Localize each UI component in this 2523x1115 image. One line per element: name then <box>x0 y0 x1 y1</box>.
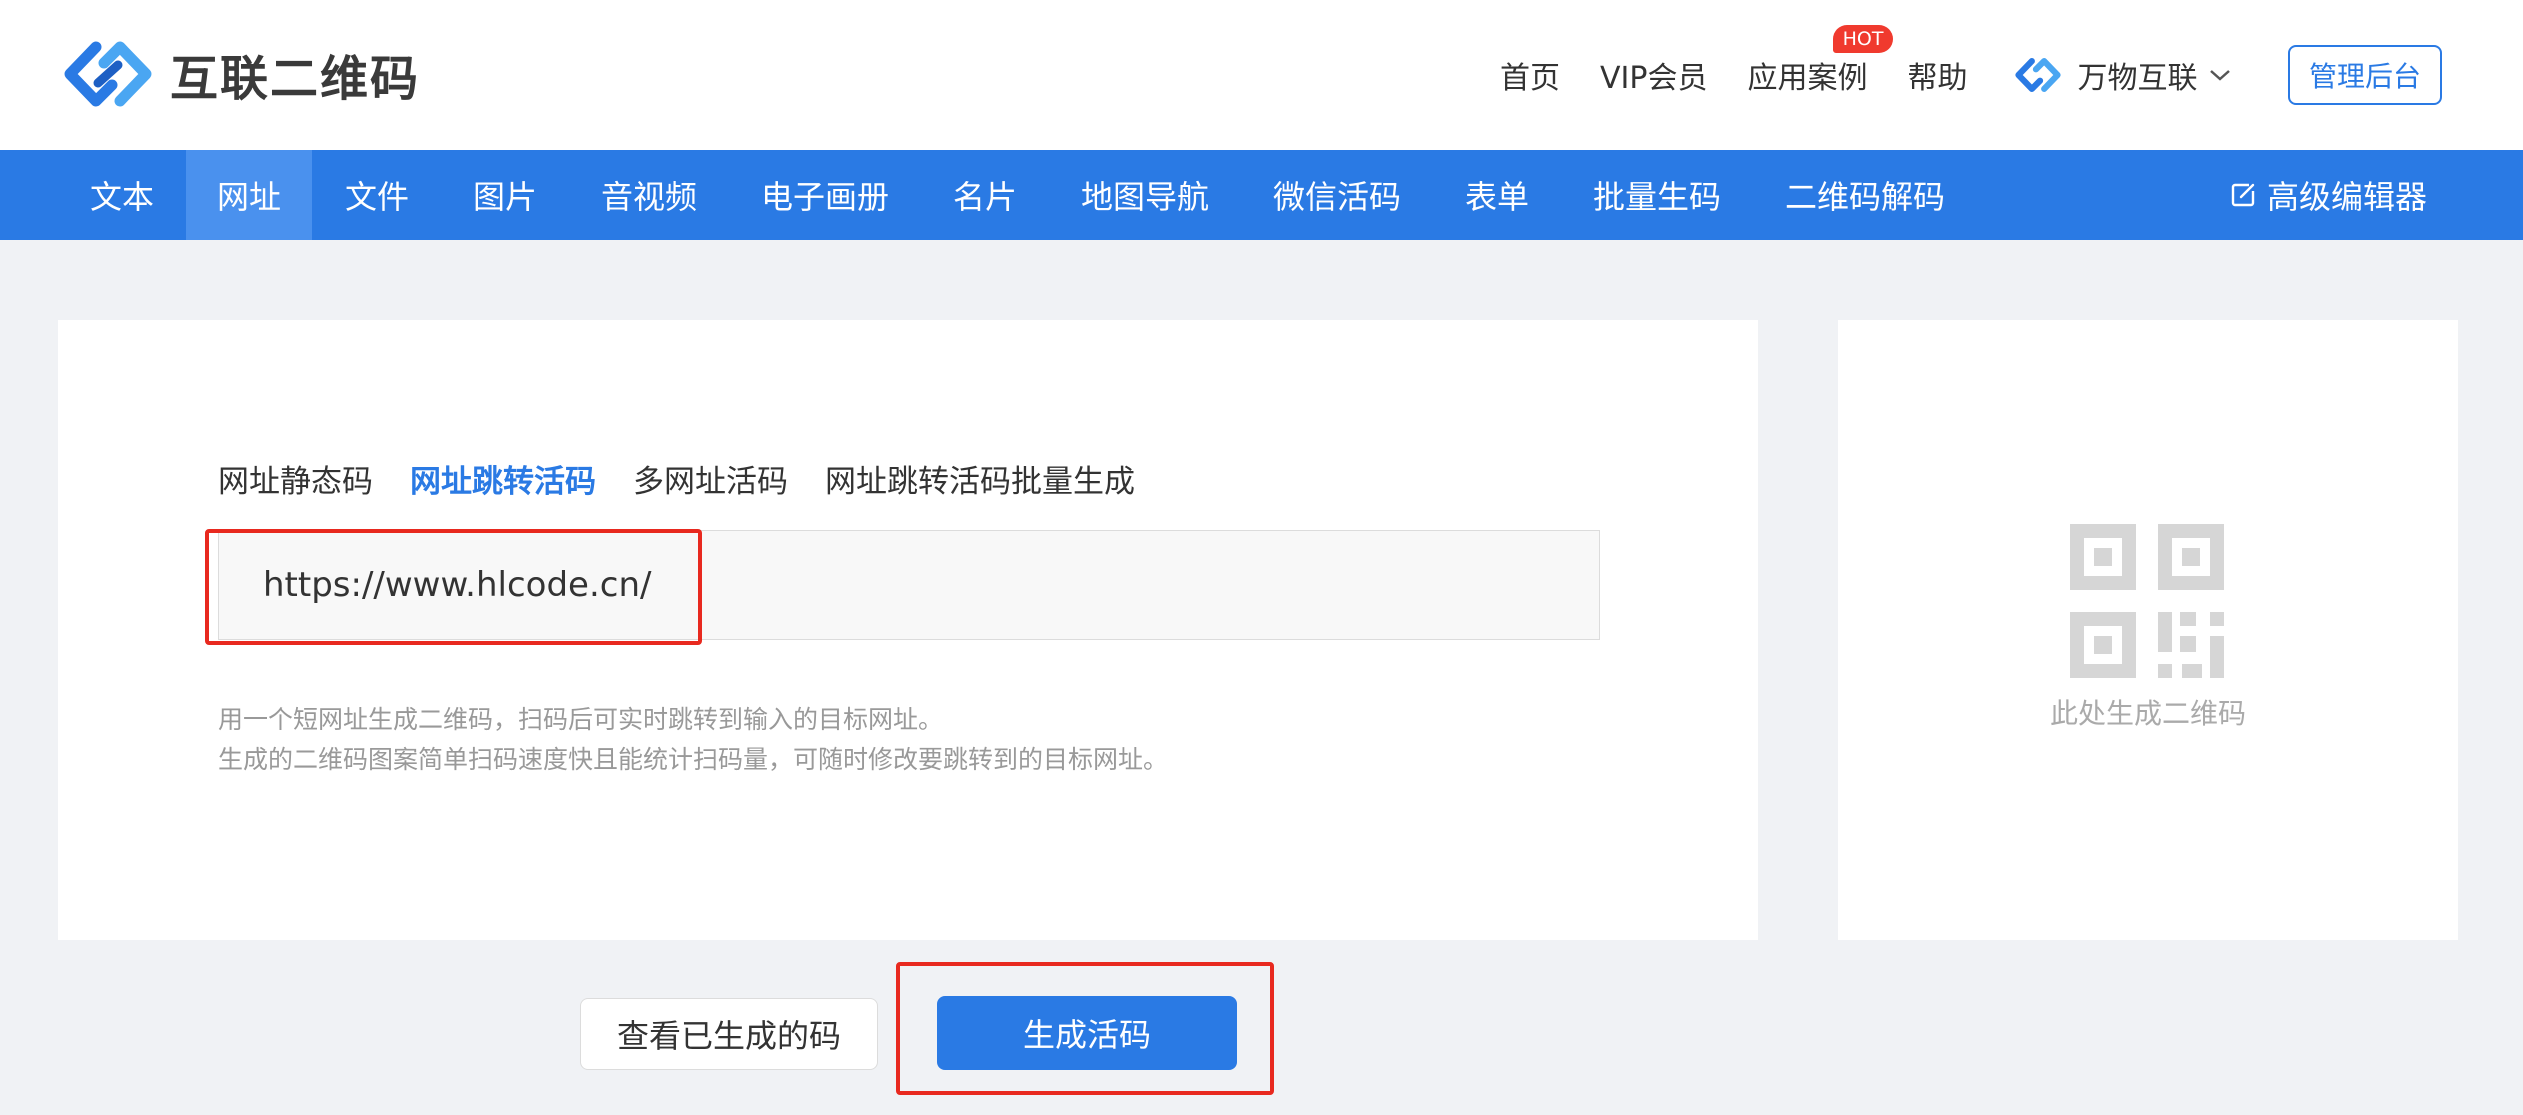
category-map-navigation[interactable]: 地图导航 <box>1081 150 1209 240</box>
tab-dynamic-url[interactable]: 网址跳转活码 <box>410 456 596 501</box>
category-wechat-code[interactable]: 微信活码 <box>1273 150 1401 240</box>
tab-multi-url[interactable]: 多网址活码 <box>633 456 788 501</box>
description: 用一个短网址生成二维码，扫码后可实时跳转到输入的目标网址。 生成的二维码图案简单… <box>218 700 1168 780</box>
brand-dropdown-label: 万物互联 <box>2077 61 2198 96</box>
category-nav: 文本 网址 文件 图片 音视频 电子画册 名片 地图导航 微信活码 表单 批量生… <box>0 150 2523 240</box>
qr-code-placeholder-icon <box>2070 524 2224 678</box>
site-logo[interactable]: 互联二维码 <box>60 34 420 114</box>
nav-cases-label: 应用案例 <box>1747 61 1868 96</box>
category-url[interactable]: 网址 <box>186 150 312 240</box>
category-business-card[interactable]: 名片 <box>953 150 1017 240</box>
category-audio-video[interactable]: 音视频 <box>601 150 697 240</box>
advanced-editor-link[interactable]: 高级编辑器 <box>2229 150 2427 240</box>
category-text[interactable]: 文本 <box>60 150 184 240</box>
tab-static-url[interactable]: 网址静态码 <box>218 456 373 501</box>
category-form[interactable]: 表单 <box>1465 150 1529 240</box>
category-qr-decode[interactable]: 二维码解码 <box>1785 150 1945 240</box>
edit-icon <box>2231 183 2255 207</box>
admin-button[interactable]: 管理后台 <box>2288 45 2442 105</box>
category-batch-generate[interactable]: 批量生码 <box>1593 150 1721 240</box>
nav-cases[interactable]: 应用案例 HOT <box>1747 25 1894 97</box>
view-generated-codes-button[interactable]: 查看已生成的码 <box>580 998 878 1070</box>
generate-dynamic-code-button[interactable]: 生成活码 <box>937 996 1237 1070</box>
logo-text: 互联二维码 <box>170 51 421 107</box>
hot-badge: HOT <box>1832 25 1894 53</box>
category-ebook[interactable]: 电子画册 <box>761 150 889 240</box>
chevron-down-icon <box>2210 70 2231 81</box>
advanced-editor-label: 高级编辑器 <box>2266 178 2427 216</box>
nav-vip[interactable]: VIP会员 <box>1600 53 1707 97</box>
url-input[interactable] <box>218 530 1600 640</box>
tab-batch-dynamic-url[interactable]: 网址跳转活码批量生成 <box>825 456 1135 501</box>
qr-placeholder-caption: 此处生成二维码 <box>2049 697 2246 730</box>
category-file[interactable]: 文件 <box>345 150 409 240</box>
brand-logo-icon <box>2015 58 2062 92</box>
nav-help[interactable]: 帮助 <box>1907 53 1967 97</box>
top-nav: 首页 VIP会员 应用案例 HOT 帮助 万物互联 <box>1500 25 2231 106</box>
description-line-2: 生成的二维码图案简单扫码速度快且能统计扫码量，可随时修改要跳转到的目标网址。 <box>218 745 1169 774</box>
nav-home[interactable]: 首页 <box>1500 53 1560 97</box>
site-header: 互联二维码 首页 VIP会员 应用案例 HOT 帮助 万物互联 管理后台 <box>0 0 2523 150</box>
url-type-tabs: 网址静态码 网址跳转活码 多网址活码 网址跳转活码批量生成 <box>218 456 1172 501</box>
description-line-1: 用一个短网址生成二维码，扫码后可实时跳转到输入的目标网址。 <box>218 705 944 734</box>
brand-dropdown[interactable]: 万物互联 <box>2013 53 2231 97</box>
logo-icon <box>64 41 152 107</box>
category-image[interactable]: 图片 <box>473 150 537 240</box>
